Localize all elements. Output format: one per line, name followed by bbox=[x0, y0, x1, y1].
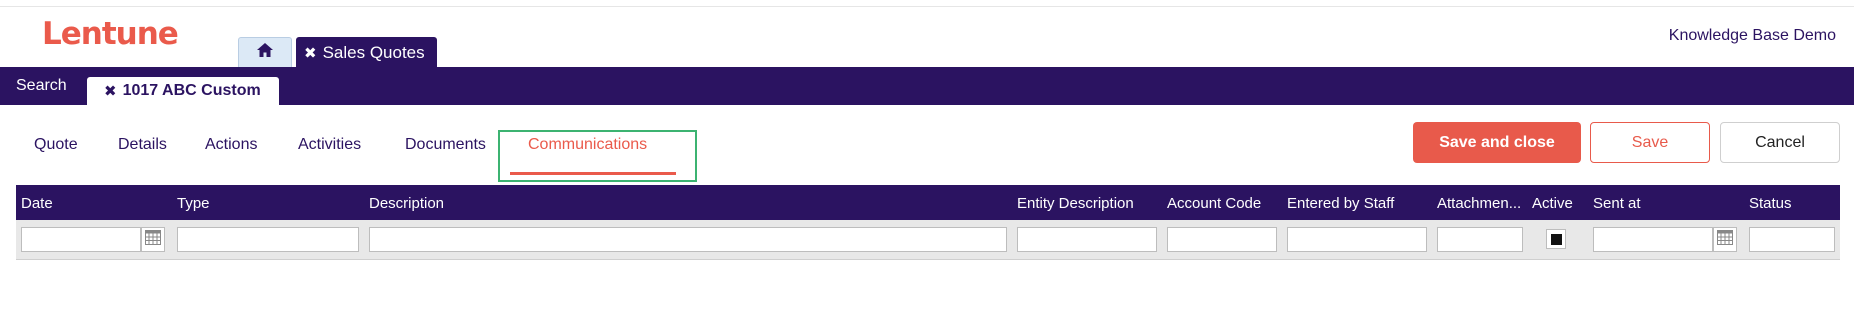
status-filter-input[interactable] bbox=[1749, 227, 1835, 252]
active-tab-underline bbox=[510, 172, 676, 175]
col-header-type[interactable]: Type bbox=[177, 195, 210, 212]
record-navbar: Search ✖ 1017 ABC Custom bbox=[0, 67, 1854, 105]
communications-grid: Date Type Description Entity Description… bbox=[16, 185, 1840, 260]
calendar-icon bbox=[145, 229, 161, 250]
col-header-status[interactable]: Status bbox=[1749, 195, 1792, 212]
top-divider bbox=[0, 6, 1854, 7]
account-code-filter-input[interactable] bbox=[1167, 227, 1277, 252]
record-tab-label: 1017 ABC Custom bbox=[122, 82, 261, 99]
home-tab[interactable] bbox=[238, 37, 292, 67]
calendar-icon bbox=[1717, 229, 1733, 250]
checkbox-indicator bbox=[1550, 233, 1562, 245]
col-header-description[interactable]: Description bbox=[369, 195, 444, 212]
tab-activities[interactable]: Activities bbox=[298, 136, 361, 154]
home-icon bbox=[256, 42, 274, 63]
date-picker-button[interactable] bbox=[141, 227, 165, 252]
col-header-entered-by-staff[interactable]: Entered by Staff bbox=[1287, 195, 1394, 212]
col-header-sent-at[interactable]: Sent at bbox=[1593, 195, 1641, 212]
type-filter-input[interactable] bbox=[177, 227, 359, 252]
date-filter-input[interactable] bbox=[21, 227, 141, 252]
save-and-close-button[interactable]: Save and close bbox=[1413, 122, 1581, 163]
app-tab-strip: ✖ Sales Quotes bbox=[238, 37, 437, 68]
tab-actions[interactable]: Actions bbox=[205, 136, 257, 154]
nav-search-tab[interactable]: Search bbox=[16, 77, 67, 95]
sent-at-picker-button[interactable] bbox=[1713, 227, 1737, 252]
col-header-active[interactable]: Active bbox=[1532, 195, 1573, 212]
grid-header: Date Type Description Entity Description… bbox=[16, 185, 1840, 220]
col-header-date[interactable]: Date bbox=[21, 195, 53, 212]
sent-at-filter-input[interactable] bbox=[1593, 227, 1713, 252]
col-header-account-code[interactable]: Account Code bbox=[1167, 195, 1261, 212]
close-icon[interactable]: ✖ bbox=[304, 44, 317, 62]
app-tab-sales-quotes[interactable]: ✖ Sales Quotes bbox=[296, 37, 437, 68]
record-tab[interactable]: ✖ 1017 ABC Custom bbox=[87, 77, 279, 105]
tab-documents[interactable]: Documents bbox=[405, 136, 486, 154]
col-header-attachments[interactable]: Attachmen... bbox=[1437, 195, 1521, 212]
active-filter-checkbox[interactable] bbox=[1546, 229, 1566, 249]
entered-by-staff-filter-input[interactable] bbox=[1287, 227, 1427, 252]
tab-quote[interactable]: Quote bbox=[34, 136, 78, 154]
col-header-entity-description[interactable]: Entity Description bbox=[1017, 195, 1134, 212]
attachments-filter-input[interactable] bbox=[1437, 227, 1523, 252]
company-name[interactable]: Knowledge Base Demo bbox=[1669, 27, 1836, 45]
entity-description-filter-input[interactable] bbox=[1017, 227, 1157, 252]
app-tab-label: Sales Quotes bbox=[322, 42, 425, 62]
close-icon[interactable]: ✖ bbox=[104, 82, 117, 100]
description-filter-input[interactable] bbox=[369, 227, 1007, 252]
save-button[interactable]: Save bbox=[1590, 122, 1710, 163]
brand-logo[interactable]: Lentune bbox=[42, 16, 179, 52]
cancel-button[interactable]: Cancel bbox=[1720, 122, 1840, 163]
tab-details[interactable]: Details bbox=[118, 136, 167, 154]
